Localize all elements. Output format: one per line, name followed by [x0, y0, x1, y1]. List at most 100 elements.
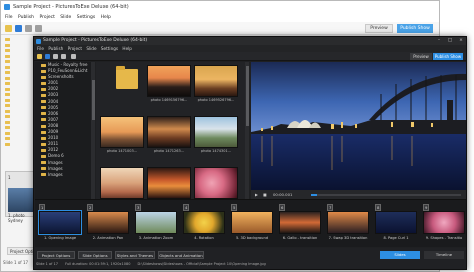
menu-file[interactable]: File — [37, 46, 44, 51]
tile-caption: photo 1469526796... — [197, 98, 235, 102]
slide-number: 1 — [8, 175, 11, 180]
folder-icon — [100, 65, 144, 97]
tab-slides[interactable]: Slides — [380, 251, 420, 259]
photo-thumbnail — [147, 65, 191, 97]
seek-progress — [311, 193, 317, 196]
grid-tile[interactable]: photo 1471263... — [147, 116, 191, 153]
slide-item[interactable]: 1 1. Opening Image — [37, 203, 83, 243]
slide-number: 1 — [39, 203, 46, 211]
redo-icon[interactable] — [61, 54, 66, 59]
photo-thumbnail — [194, 65, 238, 97]
close-icon[interactable]: × — [456, 37, 466, 45]
tree-scrollbar[interactable] — [91, 62, 95, 222]
slide-item[interactable]: 9 9. Shapes - Transitio — [421, 203, 466, 243]
slide-item[interactable]: 7 7. Swap 3D transition — [325, 203, 371, 243]
photo-thumbnail — [194, 116, 238, 148]
photo-thumbnail — [147, 116, 191, 148]
slide-item[interactable]: 3 3. Animation Zoom — [133, 203, 179, 243]
maximize-icon[interactable]: □ — [445, 37, 455, 45]
grid-tile[interactable]: photo 1474301... — [194, 116, 238, 153]
grid-tile-folder[interactable] — [100, 65, 144, 97]
slide-item[interactable]: 4 4. Rotation — [181, 203, 227, 243]
save-icon[interactable] — [15, 25, 22, 32]
menu-bar: File Publish Project Slide Settings Help — [34, 45, 466, 52]
slide-list: 1 1. Opening Image 2 2. Animation Pan 3 … — [35, 199, 466, 247]
scroll-thumb[interactable] — [245, 66, 249, 126]
slide-number: 4 — [183, 203, 190, 211]
menu-project[interactable]: Project — [39, 15, 54, 20]
menu-project[interactable]: Project — [68, 46, 82, 51]
tab-timeline[interactable]: Timeline — [424, 251, 464, 259]
slide-header: 3 — [133, 203, 179, 211]
background-folder-tree — [3, 37, 37, 167]
grid-scrollbar[interactable] — [245, 62, 249, 222]
menu-slide[interactable]: Slide — [60, 15, 71, 20]
slide-item[interactable]: 2 2. Animation Pan — [85, 203, 131, 243]
objects-animation-button[interactable]: Objects and Animation — [158, 251, 204, 259]
background-publish-button[interactable]: Publish Show — [397, 24, 433, 33]
file-grid: photo 1469156796... photo 1469526796... … — [96, 62, 249, 222]
tile-caption: photo 1471003... — [106, 149, 138, 153]
grid-tile[interactable]: photo 1471003... — [100, 116, 144, 153]
tile-caption: photo 1469156796... — [150, 98, 188, 102]
slide-caption: 1. photo Sydney — [8, 213, 25, 223]
slide-thumbnail — [279, 211, 321, 234]
background-slide-thumb[interactable]: 1 1. photo Sydney — [5, 171, 35, 223]
tree-item[interactable]: Images — [35, 172, 95, 178]
slide-caption: 9. Shapes - Transitio — [425, 236, 463, 240]
background-preview-button[interactable]: Preview — [365, 24, 393, 33]
scroll-thumb[interactable] — [91, 80, 95, 120]
tile-caption: photo 1474301... — [200, 149, 232, 153]
menu-publish[interactable]: Publish — [18, 15, 34, 20]
slide-header: 7 — [325, 203, 371, 211]
redo-icon[interactable] — [35, 25, 42, 32]
slide-thumbnail — [327, 211, 369, 234]
slide-caption: 3. Animation Zoom — [138, 236, 174, 240]
slide-header: 9 — [421, 203, 466, 211]
current-time: 00:00.001 — [273, 192, 293, 197]
slide-item[interactable]: 8 8. Page Curl 1 — [373, 203, 419, 243]
menu-settings[interactable]: Settings — [77, 15, 95, 20]
folder-tree: Music - Royalty free P10_FeuSonn&Licht S… — [35, 62, 95, 222]
add-icon[interactable] — [71, 54, 76, 59]
slide-caption: 1. Opening Image — [43, 236, 77, 240]
undo-icon[interactable] — [53, 54, 58, 59]
slide-caption: 4. Rotation — [194, 236, 214, 240]
project-options-button[interactable]: Project Options — [37, 251, 75, 259]
slide-header: 5 — [229, 203, 275, 211]
menu-slide[interactable]: Slide — [86, 46, 96, 51]
stop-icon[interactable]: ■ — [263, 190, 267, 199]
photo-thumbnail — [100, 116, 144, 148]
slide-preview[interactable] — [251, 62, 466, 190]
menu-publish[interactable]: Publish — [48, 46, 63, 51]
slide-number: 2 — [87, 203, 94, 211]
background-title-bar: Sample Project - PicturesToExe Deluxe (6… — [1, 1, 439, 13]
slide-item[interactable]: 5 5. 3D background — [229, 203, 275, 243]
menu-settings[interactable]: Settings — [101, 46, 118, 51]
grid-tile[interactable]: photo 1469526796... — [194, 65, 238, 102]
play-icon[interactable]: ▶ — [255, 190, 258, 199]
slide-options-button[interactable]: Slide Options — [78, 251, 112, 259]
slide-caption: 5. 3D background — [235, 236, 269, 240]
toolbar — [34, 52, 466, 61]
menu-help[interactable]: Help — [122, 46, 132, 51]
tree-item[interactable] — [3, 142, 37, 148]
publish-button[interactable]: Publish Show — [433, 53, 463, 60]
open-folder-icon[interactable] — [5, 25, 12, 32]
open-folder-icon[interactable] — [37, 54, 42, 59]
save-icon[interactable] — [45, 54, 50, 59]
preview-image — [251, 62, 466, 190]
slide-thumbnail — [135, 211, 177, 234]
grid-tile[interactable]: photo 1469156796... — [147, 65, 191, 102]
preview-button[interactable]: Preview — [410, 53, 432, 60]
undo-icon[interactable] — [25, 25, 32, 32]
menu-file[interactable]: File — [5, 15, 13, 20]
slide-item[interactable]: 6 6. Gallo - transition — [277, 203, 323, 243]
status-duration: Full duration: 00:01:59:1, 1920x1080 — [65, 262, 131, 266]
minimize-icon[interactable]: – — [434, 37, 444, 45]
window-title: Sample Project - PicturesToExe Deluxe (6… — [43, 38, 148, 43]
seek-bar[interactable] — [311, 193, 461, 196]
menu-help[interactable]: Help — [101, 15, 111, 20]
slide-header: 8 — [373, 203, 419, 211]
styles-themes-button[interactable]: Styles and Themes — [115, 251, 155, 259]
